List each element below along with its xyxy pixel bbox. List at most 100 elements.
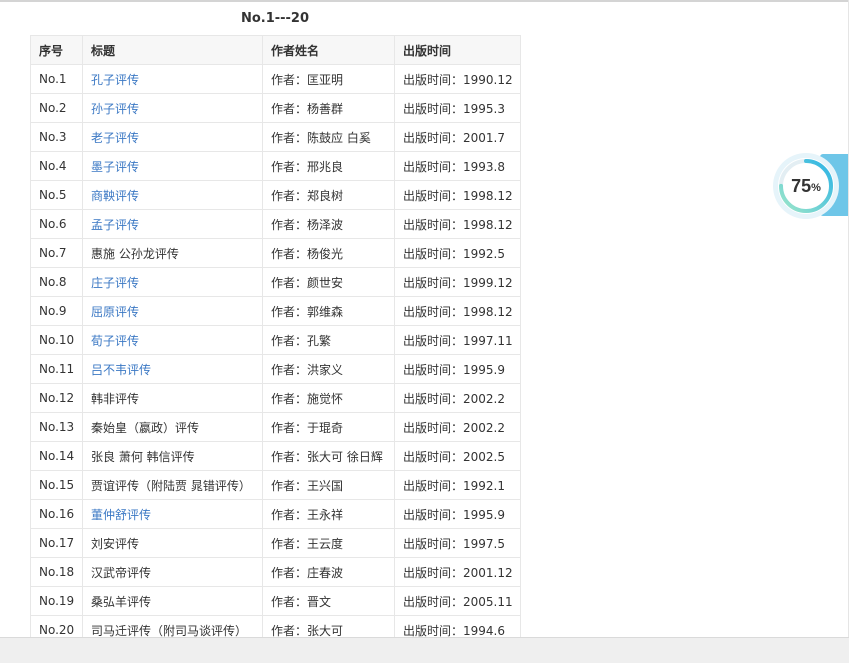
row-title-cell: 惠施 公孙龙评传 [82,238,263,268]
row-title-cell: 贾谊评传（附陆贾 晁错评传） [82,470,263,500]
row-author: 作者：邢兆良 [262,151,395,181]
row-title-cell: 孔子评传 [82,64,263,94]
table-row: No.13 秦始皇（嬴政）评传 作者：于琨奇 出版时间：2002.2 [30,412,521,442]
book-title-link[interactable]: 墨子评传 [91,160,139,174]
table-row: No.16 董仲舒评传 作者：王永祥 出版时间：1995.9 [30,499,521,529]
row-number: No.8 [30,267,83,297]
row-title-cell: 桑弘羊评传 [82,586,263,616]
row-number: No.6 [30,209,83,239]
row-author: 作者：匡亚明 [262,64,395,94]
row-author: 作者：陈鼓应 白奚 [262,122,395,152]
row-title-cell: 庄子评传 [82,267,263,297]
row-publish-date: 出版时间：1998.12 [394,209,521,239]
book-title-link[interactable]: 荀子评传 [91,334,139,348]
table-row: No.3 老子评传 作者：陈鼓应 白奚 出版时间：2001.7 [30,122,521,152]
book-title-text: 刘安评传 [91,536,140,551]
row-publish-date: 出版时间：2001.7 [394,122,521,152]
table-title: No.1---20 [240,11,310,26]
row-author: 作者：王永祥 [262,499,395,529]
book-title-text: 韩非评传 [91,391,140,406]
table-row: No.2 孙子评传 作者：杨善群 出版时间：1995.3 [30,93,521,123]
progress-label: 75% [772,152,840,220]
row-title-cell: 董仲舒评传 [82,499,263,529]
table-row: No.4 墨子评传 作者：邢兆良 出版时间：1993.8 [30,151,521,181]
row-number: No.10 [30,325,83,355]
table-header-row: 序号 标题 作者姓名 出版时间 [30,35,521,65]
row-publish-date: 出版时间：2002.5 [394,441,521,471]
row-title-cell: 韩非评传 [82,383,263,413]
book-title-link[interactable]: 董仲舒评传 [91,508,151,522]
book-title-link[interactable]: 孔子评传 [91,73,139,87]
table-row: No.6 孟子评传 作者：杨泽波 出版时间：1998.12 [30,209,521,239]
book-title-link[interactable]: 屈原评传 [91,305,139,319]
column-header-title: 标题 [82,35,263,65]
book-title-text: 秦始皇（嬴政）评传 [91,420,200,435]
row-number: No.5 [30,180,83,210]
book-title-link[interactable]: 吕不韦评传 [91,363,151,377]
book-title-text: 司马迁评传（附司马谈评传） [91,623,248,638]
row-publish-date: 出版时间：1997.11 [394,325,521,355]
book-title-text: 张良 萧何 韩信评传 [91,449,195,464]
row-publish-date: 出版时间：1998.12 [394,296,521,326]
table-row: No.9 屈原评传 作者：郭维森 出版时间：1998.12 [30,296,521,326]
row-publish-date: 出版时间：2005.11 [394,586,521,616]
row-publish-date: 出版时间：1999.12 [394,267,521,297]
row-publish-date: 出版时间：2002.2 [394,383,521,413]
row-title-cell: 屈原评传 [82,296,263,326]
column-header-date: 出版时间 [394,35,521,65]
row-title-cell: 孙子评传 [82,93,263,123]
row-author: 作者：杨善群 [262,93,395,123]
progress-widget[interactable]: 75% [772,152,840,220]
row-publish-date: 出版时间：1995.3 [394,93,521,123]
table-row: No.8 庄子评传 作者：颜世安 出版时间：1999.12 [30,267,521,297]
table-row: No.10 荀子评传 作者：孔繁 出版时间：1997.11 [30,325,521,355]
book-title-link[interactable]: 老子评传 [91,131,139,145]
row-publish-date: 出版时间：1997.5 [394,528,521,558]
table-row: No.17 刘安评传 作者：王云度 出版时间：1997.5 [30,528,521,558]
row-number: No.14 [30,441,83,471]
progress-number: 75 [791,175,812,196]
book-title-link[interactable]: 孙子评传 [91,102,139,116]
row-number: No.12 [30,383,83,413]
window-top-edge [0,0,849,2]
table-row: No.5 商鞅评传 作者：郑良树 出版时间：1998.12 [30,180,521,210]
book-title-text: 汉武帝评传 [91,565,152,580]
row-publish-date: 出版时间：1995.9 [394,499,521,529]
table-row: No.11 吕不韦评传 作者：洪家义 出版时间：1995.9 [30,354,521,384]
row-publish-date: 出版时间：1993.8 [394,151,521,181]
row-number: No.7 [30,238,83,268]
row-number: No.11 [30,354,83,384]
row-number: No.15 [30,470,83,500]
row-title-cell: 墨子评传 [82,151,263,181]
row-author: 作者：颜世安 [262,267,395,297]
row-number: No.2 [30,93,83,123]
row-author: 作者：施觉怀 [262,383,395,413]
row-author: 作者：王云度 [262,528,395,558]
row-publish-date: 出版时间：2002.2 [394,412,521,442]
row-author: 作者：庄春波 [262,557,395,587]
row-title-cell: 吕不韦评传 [82,354,263,384]
row-title-cell: 孟子评传 [82,209,263,239]
book-title-link[interactable]: 孟子评传 [91,218,139,232]
row-number: No.4 [30,151,83,181]
table-row: No.7 惠施 公孙龙评传 作者：杨俊光 出版时间：1992.5 [30,238,521,268]
bottom-status-bar [0,637,849,663]
row-author: 作者：郑良树 [262,180,395,210]
row-title-cell: 商鞅评传 [82,180,263,210]
row-author: 作者：杨俊光 [262,238,395,268]
table-row: No.19 桑弘羊评传 作者：晋文 出版时间：2005.11 [30,586,521,616]
book-table: 序号 标题 作者姓名 出版时间 No.1 孔子评传 作者：匡亚明 出版时间：1990.… [30,35,521,645]
book-title-text: 惠施 公孙龙评传 [91,246,179,261]
row-title-cell: 老子评传 [82,122,263,152]
row-number: No.19 [30,586,83,616]
book-title-text: 贾谊评传（附陆贾 晁错评传） [91,478,251,493]
row-number: No.16 [30,499,83,529]
book-title-link[interactable]: 庄子评传 [91,276,139,290]
page: No.1---20 序号 标题 作者姓名 出版时间 No.1 孔子评传 作者：匡亚明… [0,0,849,663]
table-row: No.15 贾谊评传（附陆贾 晁错评传） 作者：王兴国 出版时间：1992.1 [30,470,521,500]
table-row: No.1 孔子评传 作者：匡亚明 出版时间：1990.12 [30,64,521,94]
row-author: 作者：晋文 [262,586,395,616]
book-title-link[interactable]: 商鞅评传 [91,189,139,203]
row-title-cell: 秦始皇（嬴政）评传 [82,412,263,442]
row-author: 作者：于琨奇 [262,412,395,442]
